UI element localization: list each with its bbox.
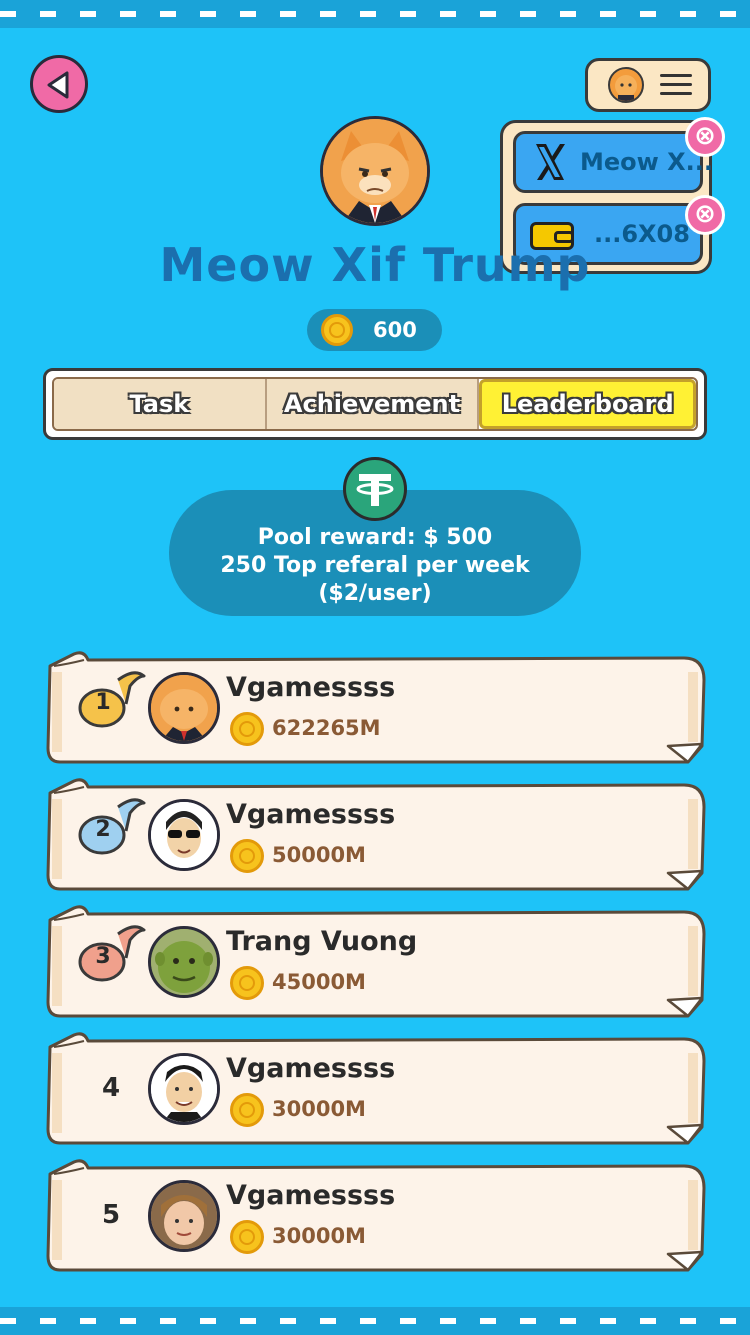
tab-achievement[interactable]: Achievement xyxy=(266,379,480,429)
player-avatar xyxy=(148,1053,220,1125)
coin-balance: 600 xyxy=(307,309,442,351)
leaderboard-row: 1 Vgamessss 622265M xyxy=(44,650,706,766)
scroll-paper-background xyxy=(46,1159,706,1272)
player-name: Trang Vuong xyxy=(226,926,418,957)
tab-bar: Task Achievement Leaderboard xyxy=(43,368,707,440)
rank-number: 2 xyxy=(95,817,111,842)
scroll-paper-background xyxy=(46,1032,706,1145)
rank-number: 3 xyxy=(95,944,111,969)
player-avatar xyxy=(148,672,220,744)
account-menu-button[interactable] xyxy=(585,58,711,112)
coin-icon xyxy=(230,1093,264,1127)
coin-balance-value: 600 xyxy=(373,318,417,342)
back-button[interactable] xyxy=(30,55,88,113)
leaderboard-row: 5 Vgamessss 30000M xyxy=(44,1158,706,1274)
player-avatar xyxy=(148,799,220,871)
leaderboard-row: 4 Vgamessss 30000M xyxy=(44,1031,706,1147)
hamburger-menu-icon xyxy=(660,74,692,101)
profile-avatar xyxy=(320,116,430,226)
unlink-x-close-icon[interactable]: ⊗ xyxy=(685,117,725,157)
player-score: 50000M xyxy=(272,843,366,867)
top-border-stripe xyxy=(0,0,750,28)
coin-icon xyxy=(230,966,264,1000)
rank-number: 4 xyxy=(101,1073,121,1103)
coin-icon xyxy=(230,839,264,873)
player-name: Vgamessss xyxy=(226,799,396,830)
per-user-text: ($2/user) xyxy=(318,581,432,606)
referral-text: 250 Top referal per week xyxy=(220,553,530,578)
tether-usdt-icon xyxy=(343,457,407,521)
player-score: 30000M xyxy=(272,1224,366,1248)
leaderboard-row: 3 Trang Vuong 45000M xyxy=(44,904,706,1020)
player-avatar xyxy=(148,1180,220,1252)
bottom-border-stripe xyxy=(0,1307,750,1335)
coin-icon xyxy=(230,712,264,746)
player-name: Vgamessss xyxy=(226,1180,396,1211)
rank-number: 5 xyxy=(101,1200,121,1230)
coin-icon xyxy=(321,314,353,346)
profile-name: Meow Xif Trump xyxy=(159,238,591,292)
player-score: 30000M xyxy=(272,1097,366,1121)
player-name: Vgamessss xyxy=(226,1053,396,1084)
rank-number: 1 xyxy=(95,690,111,715)
tab-leaderboard[interactable]: Leaderboard xyxy=(479,379,696,429)
coin-icon xyxy=(230,1220,264,1254)
x-account-item[interactable]: Meow X... xyxy=(513,131,713,193)
player-avatar xyxy=(148,926,220,998)
player-score: 45000M xyxy=(272,970,366,994)
tab-task[interactable]: Task xyxy=(54,379,267,429)
unlink-wallet-close-icon[interactable]: ⊗ xyxy=(685,195,725,235)
leaderboard-row: 2 Vgamessss 50000M xyxy=(44,777,706,893)
back-triangle-icon xyxy=(47,71,69,99)
pool-reward-text: Pool reward: $ 500 xyxy=(257,525,493,550)
cat-avatar-icon xyxy=(608,67,644,103)
player-score: 622265M xyxy=(272,716,381,740)
x-logo-icon xyxy=(536,144,565,180)
player-name: Vgamessss xyxy=(226,672,396,703)
